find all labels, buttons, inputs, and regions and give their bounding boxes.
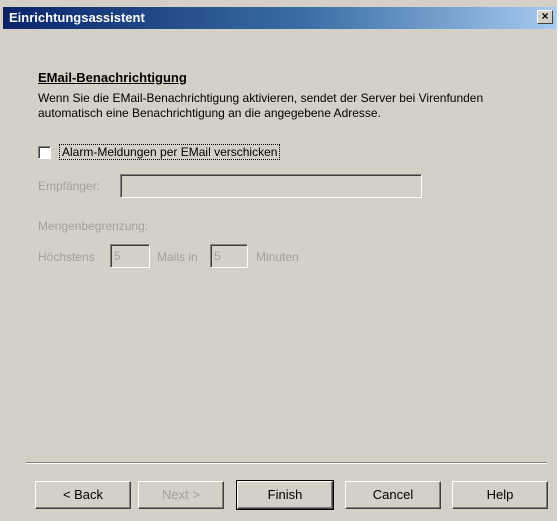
section-description: Wenn Sie die EMail-Benachrichtigung akti…	[38, 91, 484, 120]
limit-label: Mengenbegrenzung:	[38, 219, 149, 233]
close-icon: ×	[541, 9, 549, 23]
cancel-button[interactable]: Cancel	[345, 481, 441, 509]
next-button: Next >	[138, 481, 224, 509]
button-divider	[26, 462, 547, 464]
minutes-field: 5	[210, 244, 248, 268]
max-mails-label: Höchstens	[38, 250, 95, 264]
close-button[interactable]: ×	[537, 10, 553, 24]
window-title: Einrichtungsassistent	[9, 10, 145, 25]
minutes-label: Minuten	[256, 250, 299, 264]
section-heading: EMail-Benachrichtigung	[38, 70, 187, 85]
max-mails-field: 5	[110, 244, 150, 268]
recipient-label: Empfänger:	[38, 179, 101, 193]
alarm-checkbox[interactable]	[38, 145, 51, 159]
mails-in-label: Mails in	[157, 250, 198, 264]
recipient-field	[120, 174, 422, 198]
alarm-checkbox-row[interactable]: Alarm-Meldungen per EMail verschicken	[38, 144, 281, 160]
back-button[interactable]: < Back	[35, 481, 131, 509]
finish-button[interactable]: Finish	[236, 480, 334, 510]
help-button[interactable]: Help	[452, 481, 548, 509]
wizard-dialog: Einrichtungsassistent × EMail-Benachrich…	[0, 0, 557, 521]
title-bar: Einrichtungsassistent ×	[3, 7, 556, 29]
alarm-checkbox-label[interactable]: Alarm-Meldungen per EMail verschicken	[59, 144, 281, 160]
